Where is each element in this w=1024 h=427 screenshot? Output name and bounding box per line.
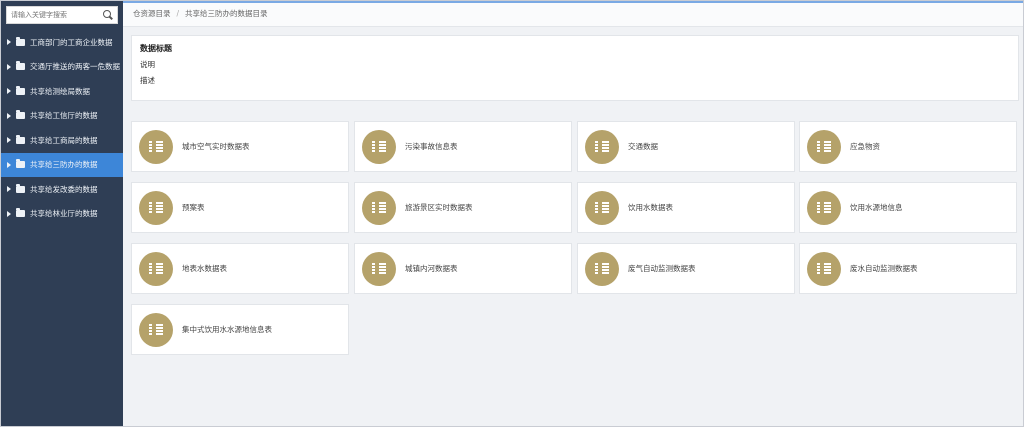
dataset-tile-12[interactable]: 集中式饮用水水源地信息表 <box>131 304 349 355</box>
tile-icon-circle <box>807 129 841 164</box>
tile-icon-circle <box>139 251 173 286</box>
sidebar-item-label: 共享给工商局的数据 <box>30 135 98 145</box>
tile-icon-circle <box>585 129 619 164</box>
breadcrumb-root[interactable]: 仓资源目录 <box>133 8 171 19</box>
caret-right-icon <box>7 137 11 144</box>
dataset-tile-10[interactable]: 废气自动监测数据表 <box>577 243 795 294</box>
list-icon <box>149 323 163 336</box>
tile-icon-circle <box>362 129 396 164</box>
list-icon <box>372 140 386 153</box>
list-icon <box>595 262 609 275</box>
info-card: 数据标题 说明 描述 <box>131 35 1019 101</box>
dataset-tile-4[interactable]: 预案表 <box>131 182 349 233</box>
breadcrumb-separator: / <box>176 9 180 18</box>
folder-icon <box>16 208 25 218</box>
caret-right-icon <box>7 210 11 217</box>
sidebar-item-1[interactable]: 交通厅推送的两客一危数据 <box>1 55 123 80</box>
caret-right-icon <box>7 39 11 46</box>
sidebar-item-6[interactable]: 共享给发改委的数据 <box>1 177 123 202</box>
list-icon <box>372 201 386 214</box>
sidebar-item-label: 共享给测绘局数据 <box>30 86 90 96</box>
sidebar-item-label: 工商部门的工商企业数据 <box>30 37 113 47</box>
tile-label: 交通数据 <box>628 142 658 151</box>
tile-label: 饮用水源地信息 <box>850 203 903 212</box>
tile-label: 集中式饮用水水源地信息表 <box>182 325 272 334</box>
list-icon <box>595 140 609 153</box>
tile-label: 应急物资 <box>850 142 880 151</box>
tile-icon-circle <box>807 251 841 286</box>
info-title: 数据标题 <box>140 44 172 53</box>
dataset-tile-8[interactable]: 地表水数据表 <box>131 243 349 294</box>
sidebar-item-label: 共享给林业厅的数据 <box>30 209 98 219</box>
dataset-tile-3[interactable]: 应急物资 <box>799 121 1017 172</box>
tile-icon-circle <box>139 129 173 164</box>
list-icon <box>817 262 831 275</box>
tile-label: 地表水数据表 <box>182 264 227 273</box>
tile-label: 污染事故信息表 <box>405 142 458 151</box>
dataset-tile-6[interactable]: 饮用水数据表 <box>577 182 795 233</box>
app-window: 工商部门的工商企业数据 交通厅推送的两客一危数据 共享给测绘局数据 共享给工信厅… <box>0 0 1024 427</box>
dataset-tile-9[interactable]: 城镇内河数据表 <box>354 243 572 294</box>
info-line-2: 描述 <box>140 76 155 85</box>
caret-right-icon <box>7 63 11 70</box>
search-box[interactable] <box>6 6 118 24</box>
dataset-tile-2[interactable]: 交通数据 <box>577 121 795 172</box>
breadcrumb-current: 共享给三防办的数据目录 <box>185 9 268 18</box>
list-icon <box>149 140 163 153</box>
breadcrumb: 仓资源目录 / 共享给三防办的数据目录 <box>123 1 1023 27</box>
tile-label: 废气自动监测数据表 <box>628 264 696 273</box>
list-icon <box>149 201 163 214</box>
sidebar-item-3[interactable]: 共享给工信厅的数据 <box>1 104 123 129</box>
top-accent-line <box>123 1 1023 3</box>
caret-right-icon <box>7 112 11 119</box>
tile-icon-circle <box>807 190 841 225</box>
tile-label: 废水自动监测数据表 <box>850 264 918 273</box>
tile-icon-circle <box>139 312 173 347</box>
folder-icon <box>16 183 25 193</box>
folder-icon <box>16 110 25 120</box>
dataset-tile-11[interactable]: 废水自动监测数据表 <box>799 243 1017 294</box>
dataset-tile-1[interactable]: 污染事故信息表 <box>354 121 572 172</box>
sidebar-item-label: 共享给三防办的数据 <box>30 160 98 170</box>
folder-icon <box>16 36 25 46</box>
sidebar-item-5[interactable]: 共享给三防办的数据 <box>1 152 123 177</box>
tile-icon-circle <box>362 190 396 225</box>
tile-label: 城市空气实时数据表 <box>182 142 250 151</box>
search-input[interactable] <box>11 11 103 19</box>
tile-label: 旅游景区实时数据表 <box>405 203 473 212</box>
folder-icon <box>16 61 25 71</box>
sidebar-item-4[interactable]: 共享给工商局的数据 <box>1 128 123 153</box>
sidebar-item-label: 共享给发改委的数据 <box>30 184 98 194</box>
sidebar-item-label: 交通厅推送的两客一危数据 <box>30 62 120 72</box>
search-icon[interactable] <box>103 10 113 20</box>
tile-label: 预案表 <box>182 203 205 212</box>
list-icon <box>595 201 609 214</box>
tile-icon-circle <box>585 190 619 225</box>
caret-right-icon <box>7 186 11 193</box>
dataset-tile-5[interactable]: 旅游景区实时数据表 <box>354 182 572 233</box>
tile-label: 饮用水数据表 <box>628 203 673 212</box>
sidebar: 工商部门的工商企业数据 交通厅推送的两客一危数据 共享给测绘局数据 共享给工信厅… <box>1 1 123 426</box>
caret-right-icon <box>7 161 11 168</box>
sidebar-item-0[interactable]: 工商部门的工商企业数据 <box>1 30 123 55</box>
sidebar-item-2[interactable]: 共享给测绘局数据 <box>1 79 123 104</box>
folder-icon <box>16 134 25 144</box>
tile-icon-circle <box>362 251 396 286</box>
folder-open-icon <box>16 159 25 169</box>
list-icon <box>149 262 163 275</box>
tile-icon-circle <box>585 251 619 286</box>
caret-right-icon <box>7 88 11 95</box>
list-icon <box>372 262 386 275</box>
tile-icon-circle <box>139 190 173 225</box>
main-content: 仓资源目录 / 共享给三防办的数据目录 数据标题 说明 描述 城市空气实时数据表… <box>123 1 1023 426</box>
dataset-tile-7[interactable]: 饮用水源地信息 <box>799 182 1017 233</box>
dataset-tile-0[interactable]: 城市空气实时数据表 <box>131 121 349 172</box>
sidebar-item-7[interactable]: 共享给林业厅的数据 <box>1 202 123 227</box>
list-icon <box>817 201 831 214</box>
info-line-1: 说明 <box>140 60 155 69</box>
tile-label: 城镇内河数据表 <box>405 264 458 273</box>
sidebar-item-label: 共享给工信厅的数据 <box>30 111 98 121</box>
list-icon <box>817 140 831 153</box>
folder-icon <box>16 85 25 95</box>
